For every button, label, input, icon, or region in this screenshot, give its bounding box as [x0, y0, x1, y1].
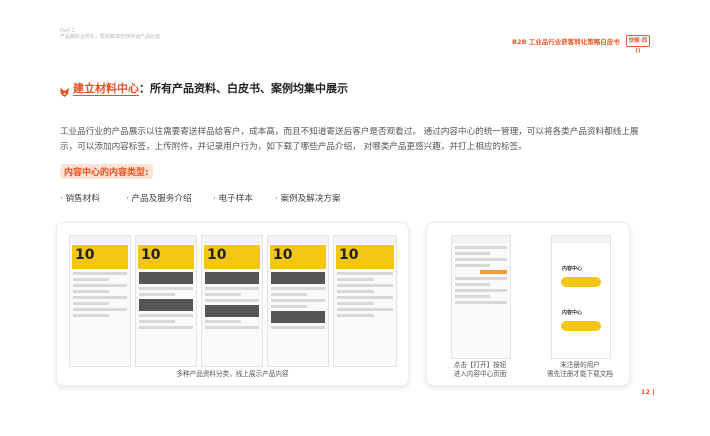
part-subtitle: 产品精彩合规化，帮助精准有效传递产品价值 — [60, 34, 161, 40]
fox-icon — [60, 82, 69, 97]
bullet-sales-material: · 销售材料 — [60, 194, 100, 204]
left-figure-caption: 多种产品资料分类，线上展示产品内容 — [176, 370, 289, 378]
page-number: 12 | — [641, 388, 655, 396]
content-center-card: 内容中心 内容中心 点击【打开】按钮 进入内容中心页面 未注册的用户 需先注册才… — [426, 222, 630, 386]
section-title-rest: ：所有产品资料、白皮书、案例均集中展示 — [139, 82, 348, 95]
phone-screenshot-4: 10 — [267, 235, 329, 367]
right-caption-open: 点击【打开】按钮 进入内容中心页面 — [453, 361, 507, 378]
section-title-highlight: 建立材料中心 — [73, 82, 139, 96]
bullet-case-solution: · 案例及解决方案 — [275, 194, 341, 204]
phone-screenshot-5: 10 — [333, 235, 397, 367]
phone-screenshot-3: 10 — [201, 235, 263, 367]
bullet-product-intro: · 产品及服务介绍 — [126, 194, 192, 204]
phone-screenshot-2: 10 — [135, 235, 197, 367]
content-types-label: 内容中心的内容类型: — [60, 164, 153, 179]
phone-screenshot-1: 10 — [69, 235, 131, 367]
right-caption-register: 未注册的用户 需先注册才能下载文档 — [547, 361, 613, 378]
bullet-e-sample: · 电子样本 — [213, 194, 253, 204]
brand-logo: 快鲸·西() — [626, 35, 650, 54]
report-title: B2B 工业品行业获客转化策略白皮书 — [512, 38, 620, 46]
phone-content-center-screenshot: 内容中心 内容中心 — [551, 235, 611, 359]
section-paragraph: 工业品行业的产品展示以往需要寄送样品给客户，成本高，而且不知道寄送后客户是否观看… — [60, 127, 639, 152]
phone-menu-screenshot — [451, 235, 511, 359]
content-list-card: 10 10 10 10 10 多种产品资料分类，线上展示产品内容 — [56, 222, 409, 386]
logo-text: 快鲸·西() — [628, 38, 648, 54]
